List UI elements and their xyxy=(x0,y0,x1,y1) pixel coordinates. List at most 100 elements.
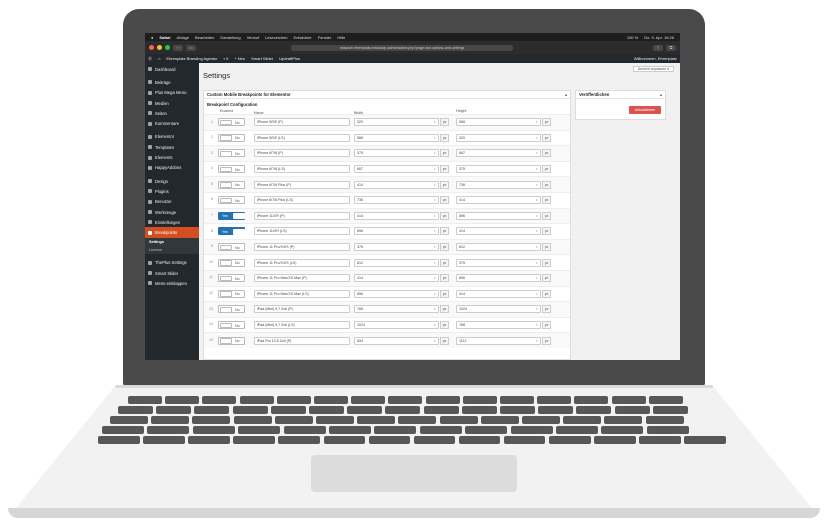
wordpress-logo-icon[interactable]: ⓦ xyxy=(148,56,152,62)
enabled-toggle[interactable]: No xyxy=(218,305,245,314)
width-input[interactable]: 896 ⇕ xyxy=(354,289,439,298)
sidebar-item-theplus-settings[interactable]: ThePlus Settings xyxy=(145,258,199,268)
sidebar-item-menü-einklappen[interactable]: Menü einklappen xyxy=(145,278,199,288)
menu-entwickler[interactable]: Entwickler xyxy=(294,35,312,40)
stepper-icon[interactable]: ⇕ xyxy=(535,275,538,281)
name-input[interactable]: iPhone 11 Pro/X/XS (LS) xyxy=(254,258,350,267)
width-input[interactable]: 375 ⇕ xyxy=(354,149,439,158)
height-input[interactable]: 812 ⇕ xyxy=(456,243,541,252)
clock[interactable]: Do. 9. Apr. 16:26 xyxy=(644,35,674,40)
share-button[interactable]: ⇪ xyxy=(653,44,663,51)
stepper-icon[interactable]: ⇕ xyxy=(535,150,538,156)
name-input[interactable]: iPhone 5/SE (LS) xyxy=(254,133,350,142)
stepper-icon[interactable]: ⇕ xyxy=(433,213,436,219)
height-input[interactable]: 375 ⇕ xyxy=(456,258,541,267)
stepper-icon[interactable]: ⇕ xyxy=(433,166,436,172)
height-input[interactable]: 1024 ⇕ xyxy=(456,305,541,314)
submenu-license[interactable]: License xyxy=(145,246,199,254)
width-input[interactable]: 834 ⇕ xyxy=(354,336,439,345)
height-input[interactable]: 568 ⇕ xyxy=(456,118,541,127)
height-input[interactable]: 667 ⇕ xyxy=(456,149,541,158)
stepper-icon[interactable]: ⇕ xyxy=(433,135,436,141)
stepper-icon[interactable]: ⇕ xyxy=(433,244,436,250)
update-button[interactable]: Aktualisieren xyxy=(629,106,661,114)
enabled-toggle[interactable]: No xyxy=(218,289,245,298)
enabled-toggle[interactable]: No xyxy=(218,165,245,174)
name-input[interactable]: iPad (Mini) 9,7 Zoll (LS) xyxy=(254,321,350,330)
menu-darstellung[interactable]: Darstellung xyxy=(220,35,240,40)
name-input[interactable]: iPhone 6/7/8 Plus (LS) xyxy=(254,196,350,205)
sidebar-item-design[interactable]: Design xyxy=(145,176,199,186)
site-name-link[interactable]: Ehrenplatz Branding Agentur xyxy=(166,56,217,61)
menu-hilfe[interactable]: Hilfe xyxy=(337,35,345,40)
stepper-icon[interactable]: ⇕ xyxy=(535,260,538,266)
height-input[interactable]: 896 ⇕ xyxy=(456,211,541,220)
sidebar-item-smart-slider[interactable]: Smart Slider xyxy=(145,268,199,278)
sidebar-item-plugins[interactable]: Plugins xyxy=(145,186,199,196)
submenu-settings[interactable]: Settings xyxy=(145,238,199,246)
stepper-icon[interactable]: ⇕ xyxy=(535,166,538,172)
comments-link[interactable]: ▪ 0 xyxy=(224,56,229,61)
width-input[interactable]: 768 ⇕ xyxy=(354,305,439,314)
sidebar-item-breakpoints[interactable]: Breakpoints xyxy=(145,227,199,238)
name-input[interactable]: iPhone 11 Pro Max/XS Max (LS) xyxy=(254,289,350,298)
enabled-toggle[interactable]: Yes xyxy=(218,211,245,220)
sidebar-item-einstellungen[interactable]: Einstellungen xyxy=(145,217,199,227)
menu-fenster[interactable]: Fenster xyxy=(318,35,332,40)
enabled-toggle[interactable]: No xyxy=(218,149,245,158)
name-input[interactable]: iPhone 6/7/8 (P) xyxy=(254,149,350,158)
name-input[interactable]: iPhone 11/XR (LS) xyxy=(254,227,350,236)
minimize-window-button[interactable] xyxy=(157,45,162,50)
height-input[interactable]: 1112 ⇕ xyxy=(456,336,541,345)
menu-safari[interactable]: Safari xyxy=(159,35,170,40)
width-input[interactable]: 736 ⇕ xyxy=(354,196,439,205)
enabled-toggle[interactable]: No xyxy=(218,336,245,345)
close-window-button[interactable] xyxy=(149,45,154,50)
sidebar-item-happyaddons[interactable]: HappyAddons xyxy=(145,163,199,173)
stepper-icon[interactable]: ⇕ xyxy=(535,213,538,219)
menu-bearbeiten[interactable]: Bearbeiten xyxy=(195,35,214,40)
height-input[interactable]: 375 ⇕ xyxy=(456,165,541,174)
height-input[interactable]: 768 ⇕ xyxy=(456,321,541,330)
height-input[interactable]: 320 ⇕ xyxy=(456,133,541,142)
stepper-icon[interactable]: ⇕ xyxy=(535,119,538,125)
enabled-toggle[interactable]: No xyxy=(218,118,245,127)
screen-options-button[interactable]: Ansicht anpassen ▾ xyxy=(632,66,674,72)
name-input[interactable]: iPad Pro 10,5 Zoll (P) xyxy=(254,336,350,345)
collapse-arrow-icon[interactable]: ▴ xyxy=(660,91,662,99)
enabled-toggle[interactable]: No xyxy=(218,243,245,252)
zoom-window-button[interactable] xyxy=(165,45,170,50)
user-greeting[interactable]: Willkommen, Ehrenplatz xyxy=(634,56,677,61)
stepper-icon[interactable]: ⇕ xyxy=(433,197,436,203)
back-forward-button[interactable]: ‹ › xyxy=(173,44,183,51)
stepper-icon[interactable]: ⇕ xyxy=(433,306,436,312)
address-bar[interactable]: relaunch.ehrenplatz.media/wp-admin/admin… xyxy=(291,44,513,51)
width-input[interactable]: 1024 ⇕ xyxy=(354,321,439,330)
width-input[interactable]: 568 ⇕ xyxy=(354,133,439,142)
name-input[interactable]: iPhone 11 Pro Max/XS Max (P) xyxy=(254,274,350,283)
name-input[interactable]: iPad (Mini) 9,7 Zoll (P) xyxy=(254,305,350,314)
stepper-icon[interactable]: ⇕ xyxy=(433,228,436,234)
height-input[interactable]: 896 ⇕ xyxy=(456,274,541,283)
menu-lesezeichen[interactable]: Lesezeichen xyxy=(265,35,287,40)
stepper-icon[interactable]: ⇕ xyxy=(433,260,436,266)
stepper-icon[interactable]: ⇕ xyxy=(535,182,538,188)
name-input[interactable]: iPhone 6/7/8 Plus (P) xyxy=(254,180,350,189)
height-input[interactable]: 414 ⇕ xyxy=(456,196,541,205)
sidebar-item-plus-mega-menu[interactable]: Plus Mega Menu xyxy=(145,88,199,98)
stepper-icon[interactable]: ⇕ xyxy=(535,338,538,344)
name-input[interactable]: iPhone 6/7/8 (LS) xyxy=(254,165,350,174)
apple-icon[interactable]: ● xyxy=(151,35,153,40)
smart-slider-link[interactable]: Smart Slider xyxy=(251,56,273,61)
width-input[interactable]: 667 ⇕ xyxy=(354,165,439,174)
sidebar-item-dashboard[interactable]: Dashboard xyxy=(145,64,199,74)
width-input[interactable]: 320 ⇕ xyxy=(354,118,439,127)
name-input[interactable]: iPhone 11/XR (P) xyxy=(254,211,350,220)
box-header[interactable]: Custom Mobile Breakpoints for Elementor … xyxy=(204,91,570,99)
width-input[interactable]: 414 ⇕ xyxy=(354,274,439,283)
stepper-icon[interactable]: ⇕ xyxy=(535,135,538,141)
stepper-icon[interactable]: ⇕ xyxy=(535,322,538,328)
stepper-icon[interactable]: ⇕ xyxy=(433,322,436,328)
battery-status[interactable]: 100 % xyxy=(627,35,638,40)
sidebar-item-templates[interactable]: Templates xyxy=(145,142,199,152)
